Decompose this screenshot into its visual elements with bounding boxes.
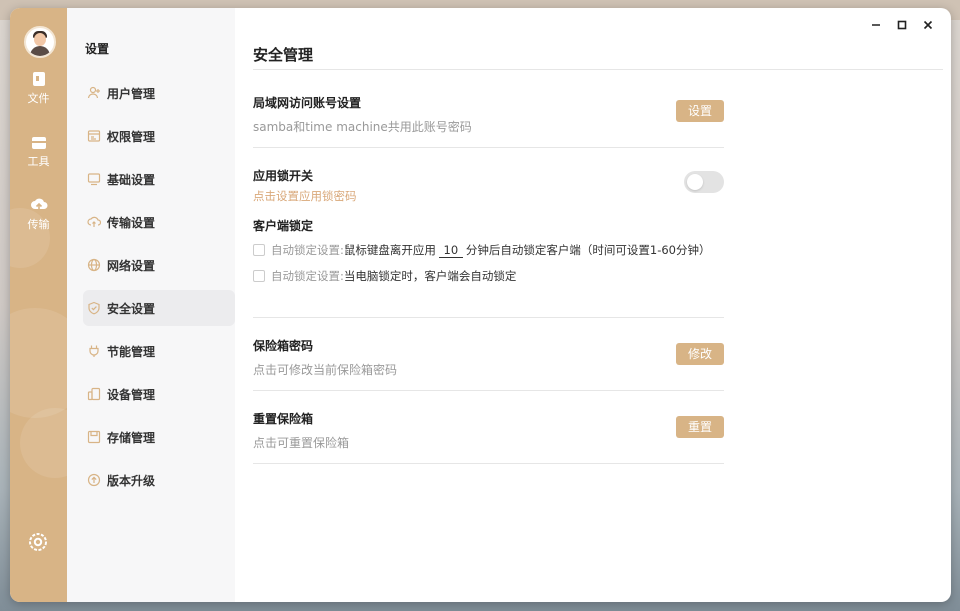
client-lock-title: 客户端锁定 [253,219,314,233]
vault-reset-desc: 点击可重置保险箱 [253,436,350,450]
main-content: 安全管理 局域网访问账号设置 samba和time machine共用此账号密码… [235,8,951,602]
settings-gear-icon[interactable] [26,530,50,554]
sidebar-item-security[interactable]: 安全设置 [83,290,235,326]
divider [253,463,724,464]
sidebar-item-power[interactable]: 节能管理 [83,333,235,369]
auto-lock-option-screen: 自动锁定设置: 当电脑锁定时，客户端会自动锁定 [253,268,516,284]
sidebar-item-label: 设备管理 [107,387,156,402]
app-window: 文件 工具 传输 设置 用户管理 权限管理 基础设置 传输设置 网络设置 安全设… [10,8,951,602]
app-lock-title: 应用锁开关 [253,169,314,183]
auto-lock-minutes-input[interactable]: 10 [438,243,463,258]
vault-password-section: 保险箱密码 点击可修改当前保险箱密码 修改 [253,337,724,377]
sidebar-item-transfer[interactable]: 传输设置 [83,204,235,240]
sidebar-item-network[interactable]: 网络设置 [83,247,235,283]
sidebar-item-label: 权限管理 [107,129,156,144]
sidebar-item-label: 网络设置 [107,258,156,273]
cloud-upload-icon [30,198,47,211]
sidebar-nav: 用户管理 权限管理 基础设置 传输设置 网络设置 安全设置 节能管理 设备管理 … [83,75,235,505]
client-lock-section: 客户端锁定 [253,217,724,233]
lan-account-section: 局域网访问账号设置 samba和time machine共用此账号密码 设置 [253,94,724,134]
plug-icon [89,345,99,357]
lan-account-set-button[interactable]: 设置 [676,100,724,122]
vault-password-title: 保险箱密码 [253,339,314,353]
rail-item-label: 工具 [27,155,50,168]
lan-account-title: 局域网访问账号设置 [253,96,362,110]
auto-lock-idle-prefix: 自动锁定设置: [271,243,344,257]
rail-item-label: 传输 [27,218,50,231]
toggle-knob [687,174,703,190]
rail-item-label: 文件 [27,92,50,105]
app-rail: 文件 工具 传输 [10,8,90,602]
vault-password-modify-button[interactable]: 修改 [676,343,724,365]
permission-icon [87,130,101,142]
vault-reset-title: 重置保险箱 [253,412,314,426]
vault-reset-section: 重置保险箱 点击可重置保险箱 重置 [253,410,724,450]
auto-lock-screen-prefix: 自动锁定设置: [271,269,344,283]
sidebar-item-label: 传输设置 [107,215,156,230]
rail-item-tools[interactable]: 工具 [10,133,67,169]
title-divider [253,69,943,70]
globe-icon [87,258,101,272]
settings-sidebar: 设置 用户管理 权限管理 基础设置 传输设置 网络设置 安全设置 节能管理 设备… [67,8,235,602]
lan-account-desc: samba和time machine共用此账号密码 [253,120,472,134]
vault-password-desc: 点击可修改当前保险箱密码 [253,363,398,377]
auto-lock-option-idle: 自动锁定设置: 鼠标键盘离开应用 10 分钟后自动锁定客户端（时间可设置1-60… [253,242,710,258]
upgrade-icon [87,473,101,487]
device-icon [87,387,101,401]
toolbox-icon [31,137,46,149]
sidebar-item-label: 基础设置 [107,172,156,187]
sidebar-item-label: 存储管理 [107,430,156,445]
auto-lock-idle-checkbox[interactable] [253,244,265,256]
vault-reset-button[interactable]: 重置 [676,416,724,438]
sidebar-item-label: 节能管理 [107,344,156,359]
sidebar-item-label: 版本升级 [107,473,156,488]
divider [253,317,724,318]
sidebar-item-devices[interactable]: 设备管理 [83,376,235,412]
app-lock-section: 应用锁开关 点击设置应用锁密码 [253,167,724,204]
sidebar-item-permissions[interactable]: 权限管理 [83,118,235,154]
rail-item-files[interactable]: 文件 [10,70,67,106]
rail-item-transfer[interactable]: 传输 [10,196,67,232]
sidebar-item-label: 用户管理 [107,86,156,101]
sidebar-item-basic[interactable]: 基础设置 [83,161,235,197]
auto-lock-screen-checkbox[interactable] [253,270,265,282]
monitor-icon [87,173,101,186]
auto-lock-screen-text: 当电脑锁定时，客户端会自动锁定 [343,269,517,283]
divider [253,147,724,148]
page-title: 安全管理 [253,46,314,64]
sidebar-item-users[interactable]: 用户管理 [83,75,235,111]
user-add-icon [87,86,100,99]
sidebar-item-label: 安全设置 [107,301,156,316]
sidebar-item-upgrade[interactable]: 版本升级 [83,462,235,498]
app-lock-toggle[interactable] [684,171,724,193]
storage-icon [87,430,101,444]
avatar[interactable] [24,26,56,58]
sidebar-item-storage[interactable]: 存储管理 [83,419,235,455]
file-icon [32,72,45,86]
cloud-transfer-icon [87,216,101,227]
auto-lock-idle-text-after: 分钟后自动锁定客户端（时间可设置1-60分钟） [465,243,711,257]
sidebar-title: 设置 [85,42,110,56]
auto-lock-idle-text-before: 鼠标键盘离开应用 [343,243,436,257]
app-lock-set-password-link[interactable]: 点击设置应用锁密码 [253,188,724,204]
divider [253,390,724,391]
shield-icon [88,301,100,315]
